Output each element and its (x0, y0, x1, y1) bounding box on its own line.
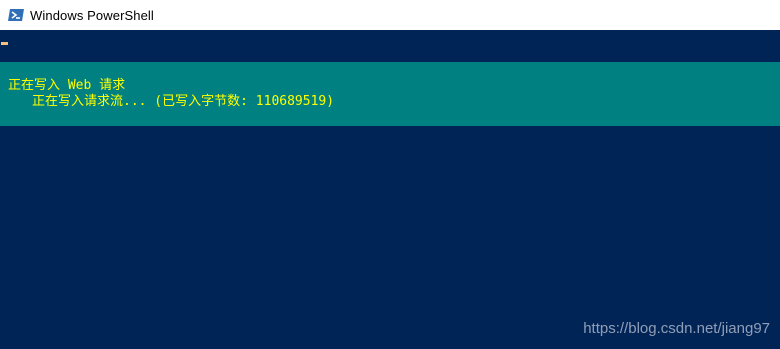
text-cursor (1, 42, 8, 45)
powershell-icon (8, 7, 24, 23)
window-title: Windows PowerShell (30, 7, 154, 23)
progress-status: 正在写入请求流... (已写入字节数: 110689519) (32, 94, 335, 109)
watermark-text: https://blog.csdn.net/jiang97 (583, 320, 770, 337)
progress-activity: 正在写入 Web 请求 (8, 78, 126, 93)
progress-block: 正在写入 Web 请求 正在写入请求流... (已写入字节数: 11068951… (0, 62, 780, 126)
console-area[interactable]: 正在写入 Web 请求 正在写入请求流... (已写入字节数: 11068951… (0, 30, 780, 349)
title-bar: Windows PowerShell (0, 0, 780, 30)
